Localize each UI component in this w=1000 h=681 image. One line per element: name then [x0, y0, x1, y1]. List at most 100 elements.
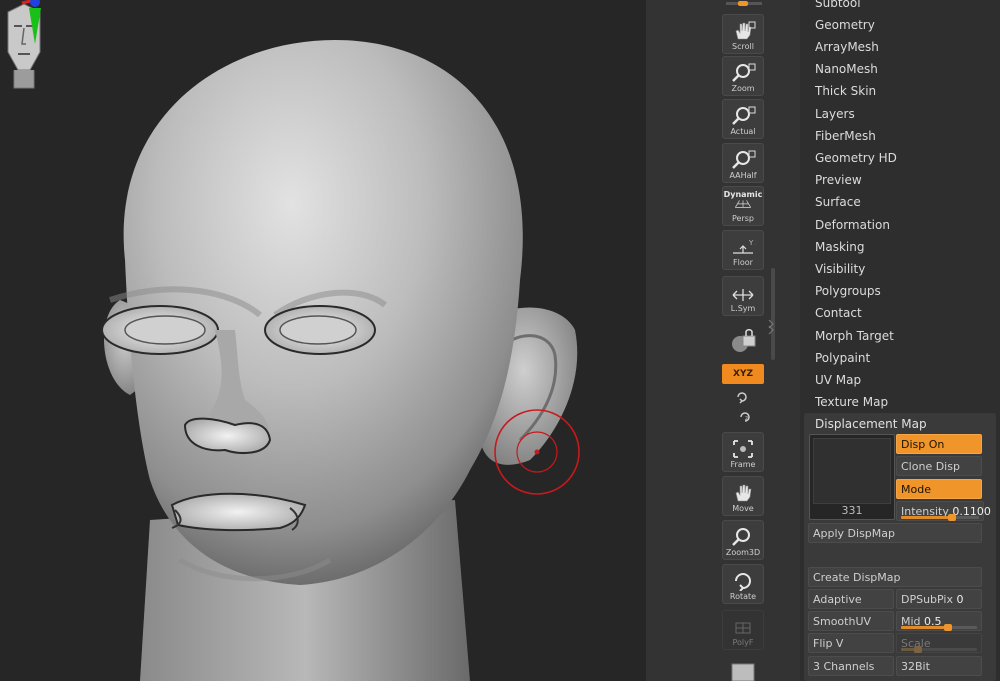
clone-disp-label: Clone Disp	[901, 460, 960, 473]
xyz-symmetry-button[interactable]: XYZ	[722, 364, 764, 384]
32bit-button[interactable]: 32Bit	[896, 656, 982, 676]
rotate-y-icon[interactable]	[735, 390, 749, 404]
scroll-arrows-icon[interactable]	[768, 318, 776, 336]
menu-polypaint[interactable]: Polypaint	[815, 351, 870, 365]
flipv-button[interactable]: Flip V	[808, 633, 894, 653]
flipv-label: Flip V	[813, 637, 844, 650]
rotate-icon	[735, 573, 751, 591]
menu-polygroups[interactable]: Polygroups	[815, 284, 881, 298]
svg-text:z: z	[745, 415, 748, 422]
transp-icon[interactable]	[730, 660, 758, 681]
aahalf-label: AAHalf	[729, 171, 757, 180]
intensity-fill	[901, 516, 952, 519]
smoothuv-button[interactable]: SmoothUV	[808, 611, 894, 631]
thumbnail-preview	[813, 438, 891, 504]
mid-track	[901, 624, 977, 631]
intensity-knob[interactable]	[947, 514, 956, 521]
zoom3d-icon	[732, 528, 750, 546]
floor-button[interactable]: Y Z Floor	[722, 230, 764, 270]
transparency-lock-icon[interactable]	[728, 326, 760, 356]
brush-cursor-center	[534, 449, 540, 455]
rotate-button[interactable]: Rotate	[722, 564, 764, 604]
axis-gizmo-icon[interactable]	[0, 0, 50, 48]
dynamic-label: Dynamic	[723, 190, 763, 199]
zoom-button[interactable]: Zoom	[722, 56, 764, 96]
persp-button[interactable]: Dynamic Persp	[722, 186, 764, 226]
menu-contact[interactable]: Contact	[815, 306, 862, 320]
frame-button[interactable]: Frame	[722, 432, 764, 472]
menu-masking[interactable]: Masking	[815, 240, 864, 254]
persp-label: Persp	[732, 214, 754, 223]
mouth-hole	[170, 492, 307, 532]
hand-icon	[735, 21, 756, 40]
shelf-scrollbar[interactable]	[771, 268, 775, 360]
menu-visibility[interactable]: Visibility	[815, 262, 865, 276]
menu-layers[interactable]: Layers	[815, 107, 855, 121]
frame-icon	[733, 440, 753, 458]
menu-thick-skin[interactable]: Thick Skin	[815, 84, 876, 98]
menu-arraymesh[interactable]: ArrayMesh	[815, 40, 879, 54]
create-dispmap-button[interactable]: Create DispMap	[808, 567, 982, 587]
polyframe-label: PolyF	[732, 638, 754, 647]
lsym-label: L.Sym	[730, 304, 756, 313]
canvas-viewport[interactable]	[0, 0, 646, 681]
menu-deformation[interactable]: Deformation	[815, 218, 890, 232]
clone-disp-button[interactable]: Clone Disp	[896, 456, 982, 476]
zoom3d-label: Zoom3D	[725, 548, 761, 557]
menu-fibermesh[interactable]: FiberMesh	[815, 129, 876, 143]
move-icon	[735, 484, 752, 502]
menu-nanomesh[interactable]: NanoMesh	[815, 62, 878, 76]
scroll-label: Scroll	[732, 42, 754, 51]
floor-grid-icon: Y Z	[733, 239, 756, 254]
menu-morph-target[interactable]: Morph Target	[815, 329, 894, 343]
rotate-label: Rotate	[729, 592, 757, 601]
menu-texture-map[interactable]: Texture Map	[815, 395, 888, 409]
rotate-z-icon[interactable]: z	[738, 410, 752, 424]
scale-slider[interactable]: Scale	[896, 633, 982, 653]
lsym-button[interactable]: L.Sym	[722, 276, 764, 316]
move-button[interactable]: Move	[722, 476, 764, 516]
aa-half-icon	[732, 150, 756, 169]
actual-size-icon	[732, 106, 756, 125]
mode-button[interactable]: Mode	[896, 479, 982, 499]
menu-uv-map[interactable]: UV Map	[815, 373, 861, 387]
draw-size-slider[interactable]	[726, 0, 762, 8]
zoom-icon	[732, 63, 756, 82]
intensity-track	[901, 514, 979, 521]
polyframe-icon	[735, 622, 751, 634]
three-channels-label: 3 Channels	[813, 660, 875, 673]
mid-knob[interactable]	[944, 624, 953, 631]
scale-track	[901, 646, 977, 653]
three-channels-button[interactable]: 3 Channels	[808, 656, 894, 676]
zoom-label: Zoom	[731, 84, 755, 93]
aahalf-button[interactable]: AAHalf	[722, 143, 764, 183]
actual-label: Actual	[730, 127, 756, 136]
dpsubpix-label: DPSubPix	[901, 593, 953, 606]
menu-preview[interactable]: Preview	[815, 173, 862, 187]
actual-button[interactable]: Actual	[722, 99, 764, 139]
menu-surface[interactable]: Surface	[815, 195, 861, 209]
dpsubpix-slider[interactable]: DPSubPix 0	[896, 589, 982, 609]
disp-on-button[interactable]: Disp On	[896, 434, 982, 454]
tool-palette: Subtool Geometry ArrayMesh NanoMesh Thic…	[800, 0, 1000, 681]
zoom3d-button[interactable]: Zoom3D	[722, 520, 764, 560]
displacement-thumbnail[interactable]: 331	[809, 434, 895, 520]
adaptive-button[interactable]: Adaptive	[808, 589, 894, 609]
mid-slider[interactable]: Mid 0.5	[896, 611, 982, 631]
create-dispmap-label: Create DispMap	[813, 571, 901, 584]
frame-label: Frame	[730, 460, 756, 469]
displacement-map-panel: Displacement Map 331 Disp On Clone Disp …	[804, 413, 996, 681]
displacement-map-title[interactable]: Displacement Map	[815, 417, 927, 431]
intensity-slider[interactable]: Intensity 0.1100	[896, 501, 991, 521]
polyframe-button[interactable]: PolyF	[722, 610, 764, 650]
sculpt-model-head	[101, 40, 580, 681]
floor-label: Floor	[733, 258, 753, 267]
menu-geometry-hd[interactable]: Geometry HD	[815, 151, 897, 165]
scroll-button[interactable]: Scroll	[722, 14, 764, 54]
menu-geometry[interactable]: Geometry	[815, 18, 875, 32]
menu-subtool[interactable]: Subtool	[815, 0, 861, 10]
dpsubpix-value: 0	[956, 593, 964, 606]
xyz-label: XYZ	[733, 369, 753, 379]
svg-text:Y Z: Y Z	[748, 239, 756, 247]
apply-dispmap-button[interactable]: Apply DispMap	[808, 523, 982, 543]
